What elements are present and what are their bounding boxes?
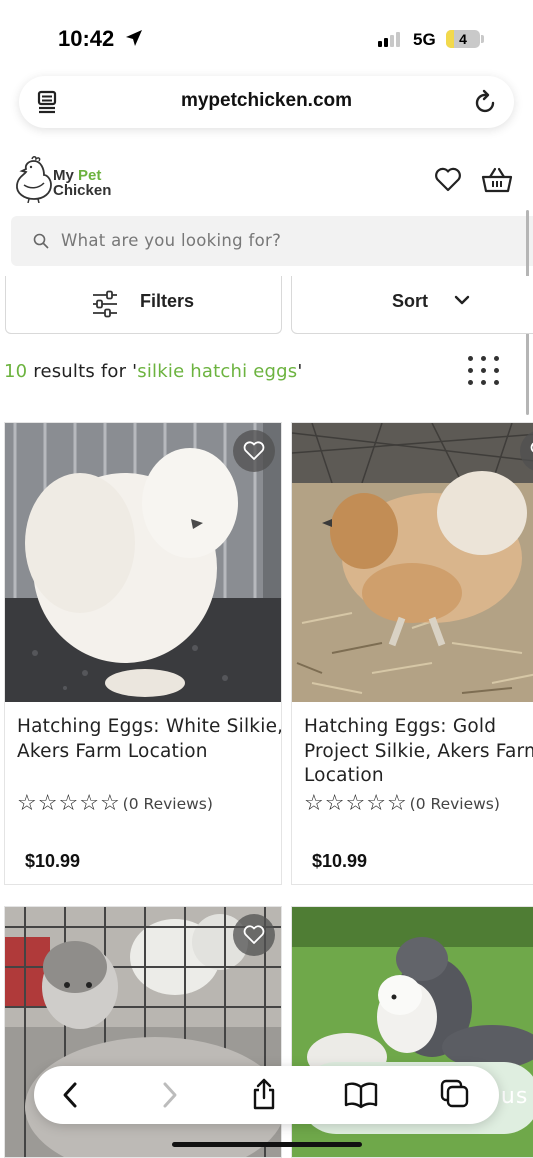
logo-text-line2: Chicken [53, 182, 112, 199]
star-icon: ☆ [386, 791, 407, 816]
reload-icon[interactable] [474, 89, 498, 115]
product-image-gold-silkie[interactable] [292, 423, 533, 702]
url-text[interactable]: mypetchicken.com [19, 90, 514, 112]
star-icon: ☆ [366, 791, 386, 816]
heart-icon [243, 925, 265, 944]
heart-icon [243, 441, 265, 460]
back-arrow-icon[interactable] [60, 1080, 82, 1110]
product-title[interactable]: Hatching Eggs: White Silkie, Akers Farm … [17, 715, 281, 764]
favorite-button[interactable] [233, 430, 275, 472]
star-icon: ☆ [304, 791, 324, 816]
review-count: (0 Reviews) [122, 795, 213, 813]
rating-stars: ☆ ☆ ☆ ☆ ☆ (0 Reviews) [17, 793, 213, 815]
bookmarks-icon[interactable] [344, 1081, 378, 1109]
search-input[interactable]: What are you looking for? [11, 216, 533, 266]
star-icon: ☆ [99, 791, 120, 816]
sort-label: Sort [392, 291, 428, 311]
results-query: silkie hatchi eggs [137, 361, 298, 382]
tabs-icon[interactable] [440, 1079, 470, 1109]
share-icon[interactable] [250, 1077, 278, 1111]
search-icon [33, 233, 49, 249]
cart-basket-icon[interactable] [481, 166, 513, 194]
browser-toolbar [34, 1066, 499, 1124]
star-icon: ☆ [345, 791, 366, 816]
results-count: 10 [4, 361, 28, 382]
star-icon: ☆ [79, 791, 99, 816]
site-logo[interactable]: My Pet Chicken [14, 155, 114, 205]
results-prefix: results for ' [27, 361, 138, 382]
search-placeholder: What are you looking for? [61, 231, 282, 250]
favorite-button[interactable] [233, 914, 275, 956]
results-summary: 10 results for 'silkie hatchi eggs' [4, 361, 302, 382]
star-icon: ☆ [58, 791, 79, 816]
status-time: 10:42 [58, 26, 115, 51]
network-type: 5G [413, 30, 436, 49]
filters-label: Filters [140, 291, 195, 311]
product-card[interactable]: Hatching Eggs: Gold Project Silkie, Aker… [291, 422, 533, 885]
address-bar[interactable]: mypetchicken.com [19, 76, 514, 128]
forward-arrow-icon[interactable] [158, 1080, 180, 1110]
review-count: (0 Reviews) [409, 795, 500, 813]
filters-button[interactable]: Filters [5, 276, 282, 334]
rating-stars: ☆ ☆ ☆ ☆ ☆ (0 Reviews) [304, 793, 500, 815]
product-title[interactable]: Hatching Eggs: Gold Project Silkie, Aker… [304, 715, 533, 789]
location-arrow-icon [126, 30, 142, 46]
filter-sliders-icon [93, 290, 117, 318]
star-icon: ☆ [17, 791, 37, 816]
sort-button[interactable]: Sort [291, 276, 533, 334]
status-bar: 10:42 5G 4 [0, 0, 533, 72]
battery-icon: 4 [446, 30, 480, 48]
grid-view-toggle-icon[interactable] [466, 354, 500, 388]
results-suffix: ' [297, 361, 303, 382]
battery-level: 4 [459, 31, 467, 47]
product-card[interactable]: Hatching Eggs: White Silkie, Akers Farm … [4, 422, 282, 885]
home-indicator[interactable] [172, 1142, 362, 1147]
signal-icon [378, 32, 400, 47]
wishlist-heart-icon[interactable] [434, 167, 462, 193]
star-icon: ☆ [37, 791, 58, 816]
product-price: $10.99 [25, 851, 81, 871]
chicken-logo-icon [16, 156, 52, 203]
chevron-down-icon [454, 295, 470, 305]
star-icon: ☆ [324, 791, 345, 816]
product-price: $10.99 [312, 851, 368, 871]
battery-tip [481, 35, 484, 43]
